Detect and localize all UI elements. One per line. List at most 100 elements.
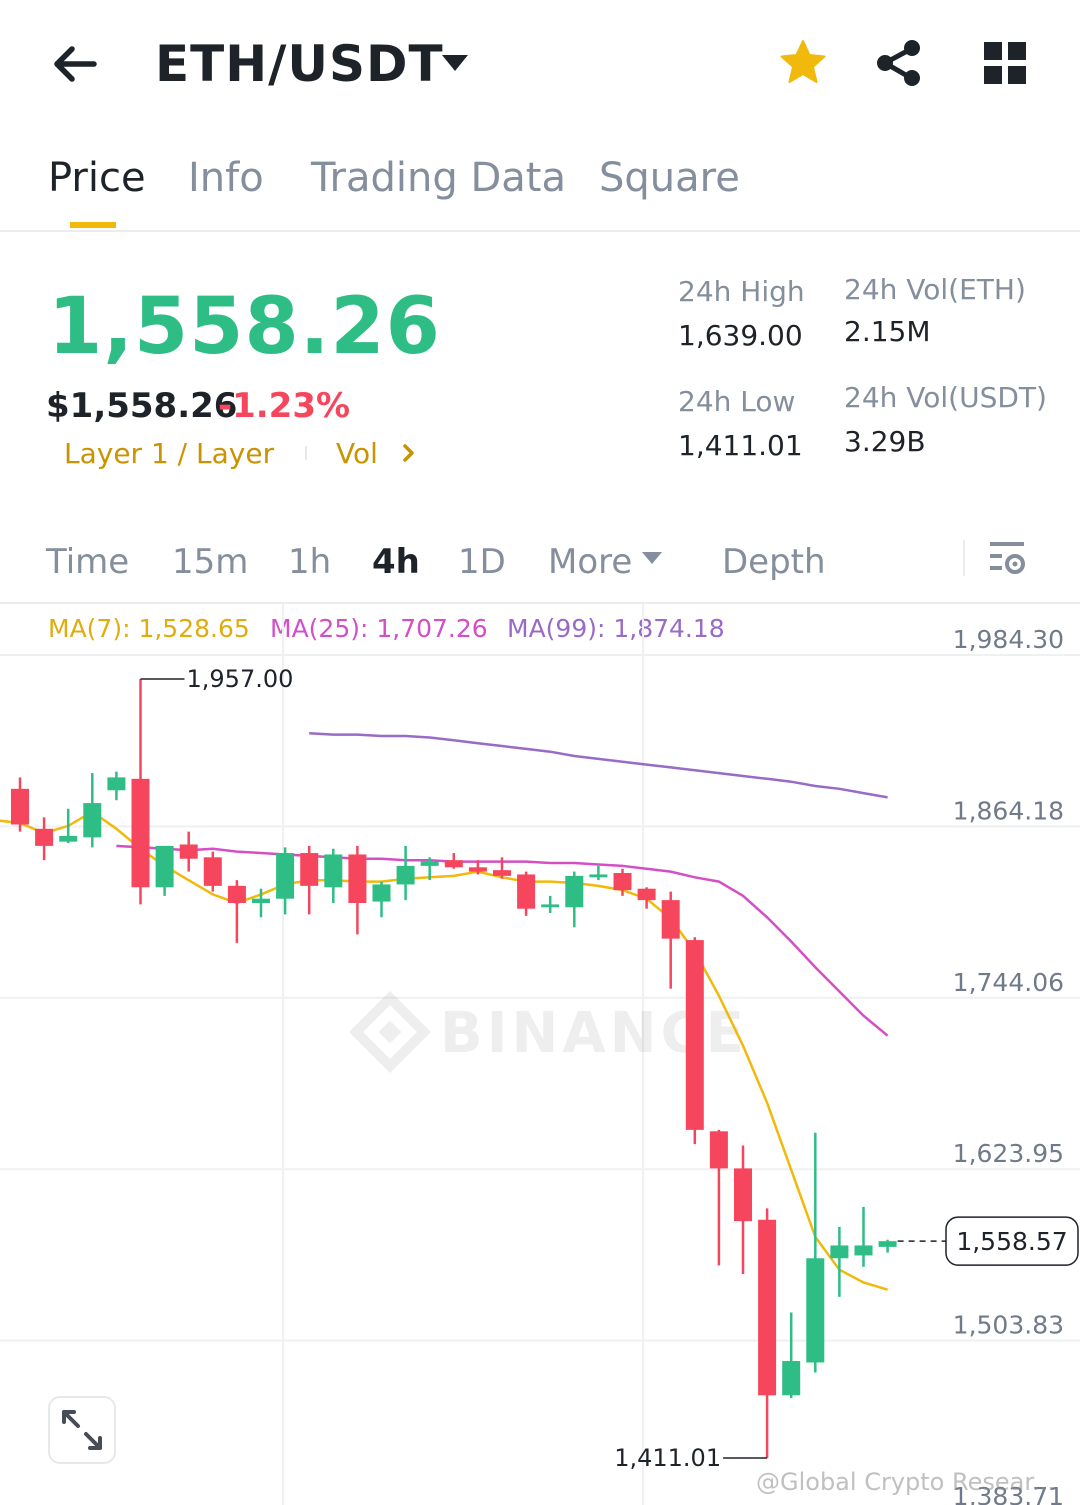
interval-1d[interactable]: 1D xyxy=(458,540,506,584)
interval-4h[interactable]: 4h xyxy=(372,540,420,584)
24h-high-value: 1,639.00 xyxy=(678,319,803,352)
candle xyxy=(517,871,536,916)
candle xyxy=(709,1129,728,1266)
candle-body xyxy=(155,845,174,888)
y-axis-tick-label: 1,864.18 xyxy=(953,796,1064,825)
vol-tag[interactable]: Vol xyxy=(336,436,378,472)
candle xyxy=(565,871,584,928)
candle xyxy=(35,817,54,861)
candle xyxy=(372,881,391,918)
candle-body xyxy=(252,898,270,903)
candle-body xyxy=(83,803,102,838)
candle-body xyxy=(709,1131,728,1169)
y-axis-tick-label: 1,984.30 xyxy=(953,625,1064,654)
ma99-line xyxy=(309,731,888,799)
candle-body xyxy=(59,835,78,842)
share-icon[interactable] xyxy=(874,38,924,88)
interval-divider xyxy=(963,540,965,576)
24h-vol-eth-value: 2.15M xyxy=(844,315,931,348)
candle-body xyxy=(613,873,632,891)
candle-body xyxy=(35,828,54,846)
candle-body xyxy=(396,865,415,885)
back-button[interactable] xyxy=(48,36,104,92)
candle xyxy=(324,848,343,903)
candle-body xyxy=(565,875,584,908)
sector-tag[interactable]: Layer 1 / Layer xyxy=(64,436,274,472)
interval-1h[interactable]: 1h xyxy=(288,540,331,584)
candle-body xyxy=(589,874,608,878)
candle-body xyxy=(806,1258,825,1363)
candle xyxy=(11,777,29,832)
candle-body xyxy=(661,900,680,939)
tab-price[interactable]: Price xyxy=(48,152,146,204)
low-marker-label: 1,411.01 xyxy=(614,1444,721,1472)
depth-tab[interactable]: Depth xyxy=(722,540,826,584)
candle xyxy=(203,851,222,892)
candle-body xyxy=(468,867,487,872)
candle xyxy=(348,845,367,935)
candle-body xyxy=(854,1245,873,1256)
y-axis-tick-label: 1,503.83 xyxy=(953,1311,1064,1340)
candle-body xyxy=(131,778,150,888)
tab-square[interactable]: Square xyxy=(599,152,740,204)
candle-body xyxy=(420,861,439,866)
candle-body xyxy=(493,870,511,876)
tabs-divider xyxy=(0,230,1080,232)
pair-title[interactable]: ETH/USDT xyxy=(155,32,444,96)
y-axis-tick-label: 1,744.06 xyxy=(953,968,1064,997)
expand-icon xyxy=(62,1410,102,1450)
candle xyxy=(589,865,608,881)
active-tab-indicator xyxy=(70,222,116,228)
candle-body xyxy=(203,857,222,886)
candle-body xyxy=(276,853,295,899)
candlestick-chart[interactable]: BINANCE 1,957.001,411.011,558.57 1,984.3… xyxy=(0,604,1080,1505)
candle xyxy=(444,853,463,869)
24h-vol-usdt-value: 3.29B xyxy=(844,425,926,458)
candle xyxy=(854,1206,873,1267)
chart-settings-icon[interactable] xyxy=(988,538,1028,578)
candle-body xyxy=(685,940,704,1130)
grid-layout-icon[interactable] xyxy=(984,42,1026,84)
binance-logo xyxy=(348,990,432,1074)
candle-body xyxy=(734,1168,752,1222)
candle-body xyxy=(517,874,536,909)
current-price-label: 1,558.57 xyxy=(956,1227,1067,1256)
candle-body xyxy=(227,885,246,903)
candle-body xyxy=(758,1219,777,1396)
candle-body xyxy=(541,904,560,908)
candle xyxy=(227,880,246,943)
candle xyxy=(541,895,560,913)
candle-body xyxy=(324,854,343,888)
interval-15m[interactable]: 15m xyxy=(172,540,248,584)
source-watermark: @Global Crypto Resear... xyxy=(756,1468,1055,1496)
candle xyxy=(107,771,126,801)
chevron-right-icon[interactable] xyxy=(401,442,417,464)
candle xyxy=(155,845,174,896)
24h-vol-usdt-label: 24h Vol(USDT) xyxy=(844,381,1047,414)
24h-low-value: 1,411.01 xyxy=(678,429,803,462)
caret-down-icon[interactable] xyxy=(641,551,663,565)
candle xyxy=(300,845,319,915)
candle-body xyxy=(107,777,126,791)
candle-body xyxy=(637,888,656,901)
interval-more[interactable]: More xyxy=(548,540,632,584)
last-price: 1,558.26 xyxy=(48,282,441,372)
candle-body xyxy=(348,854,367,903)
24h-vol-eth-label: 24h Vol(ETH) xyxy=(844,273,1026,306)
candle-body xyxy=(179,844,198,859)
candle xyxy=(661,891,680,989)
tab-info[interactable]: Info xyxy=(188,152,264,204)
tab-trading-data[interactable]: Trading Data xyxy=(311,152,566,204)
fullscreen-button[interactable] xyxy=(48,1396,116,1464)
caret-down-icon[interactable] xyxy=(440,52,470,74)
candle xyxy=(758,1208,777,1459)
candle-body xyxy=(300,853,319,886)
candle xyxy=(83,773,102,848)
interval-time[interactable]: Time xyxy=(46,540,129,584)
candle xyxy=(734,1145,752,1274)
candle xyxy=(276,847,295,915)
star-icon[interactable] xyxy=(778,38,828,88)
candle xyxy=(179,831,198,872)
high-marker-label: 1,957.00 xyxy=(187,665,294,693)
candle xyxy=(131,678,150,905)
